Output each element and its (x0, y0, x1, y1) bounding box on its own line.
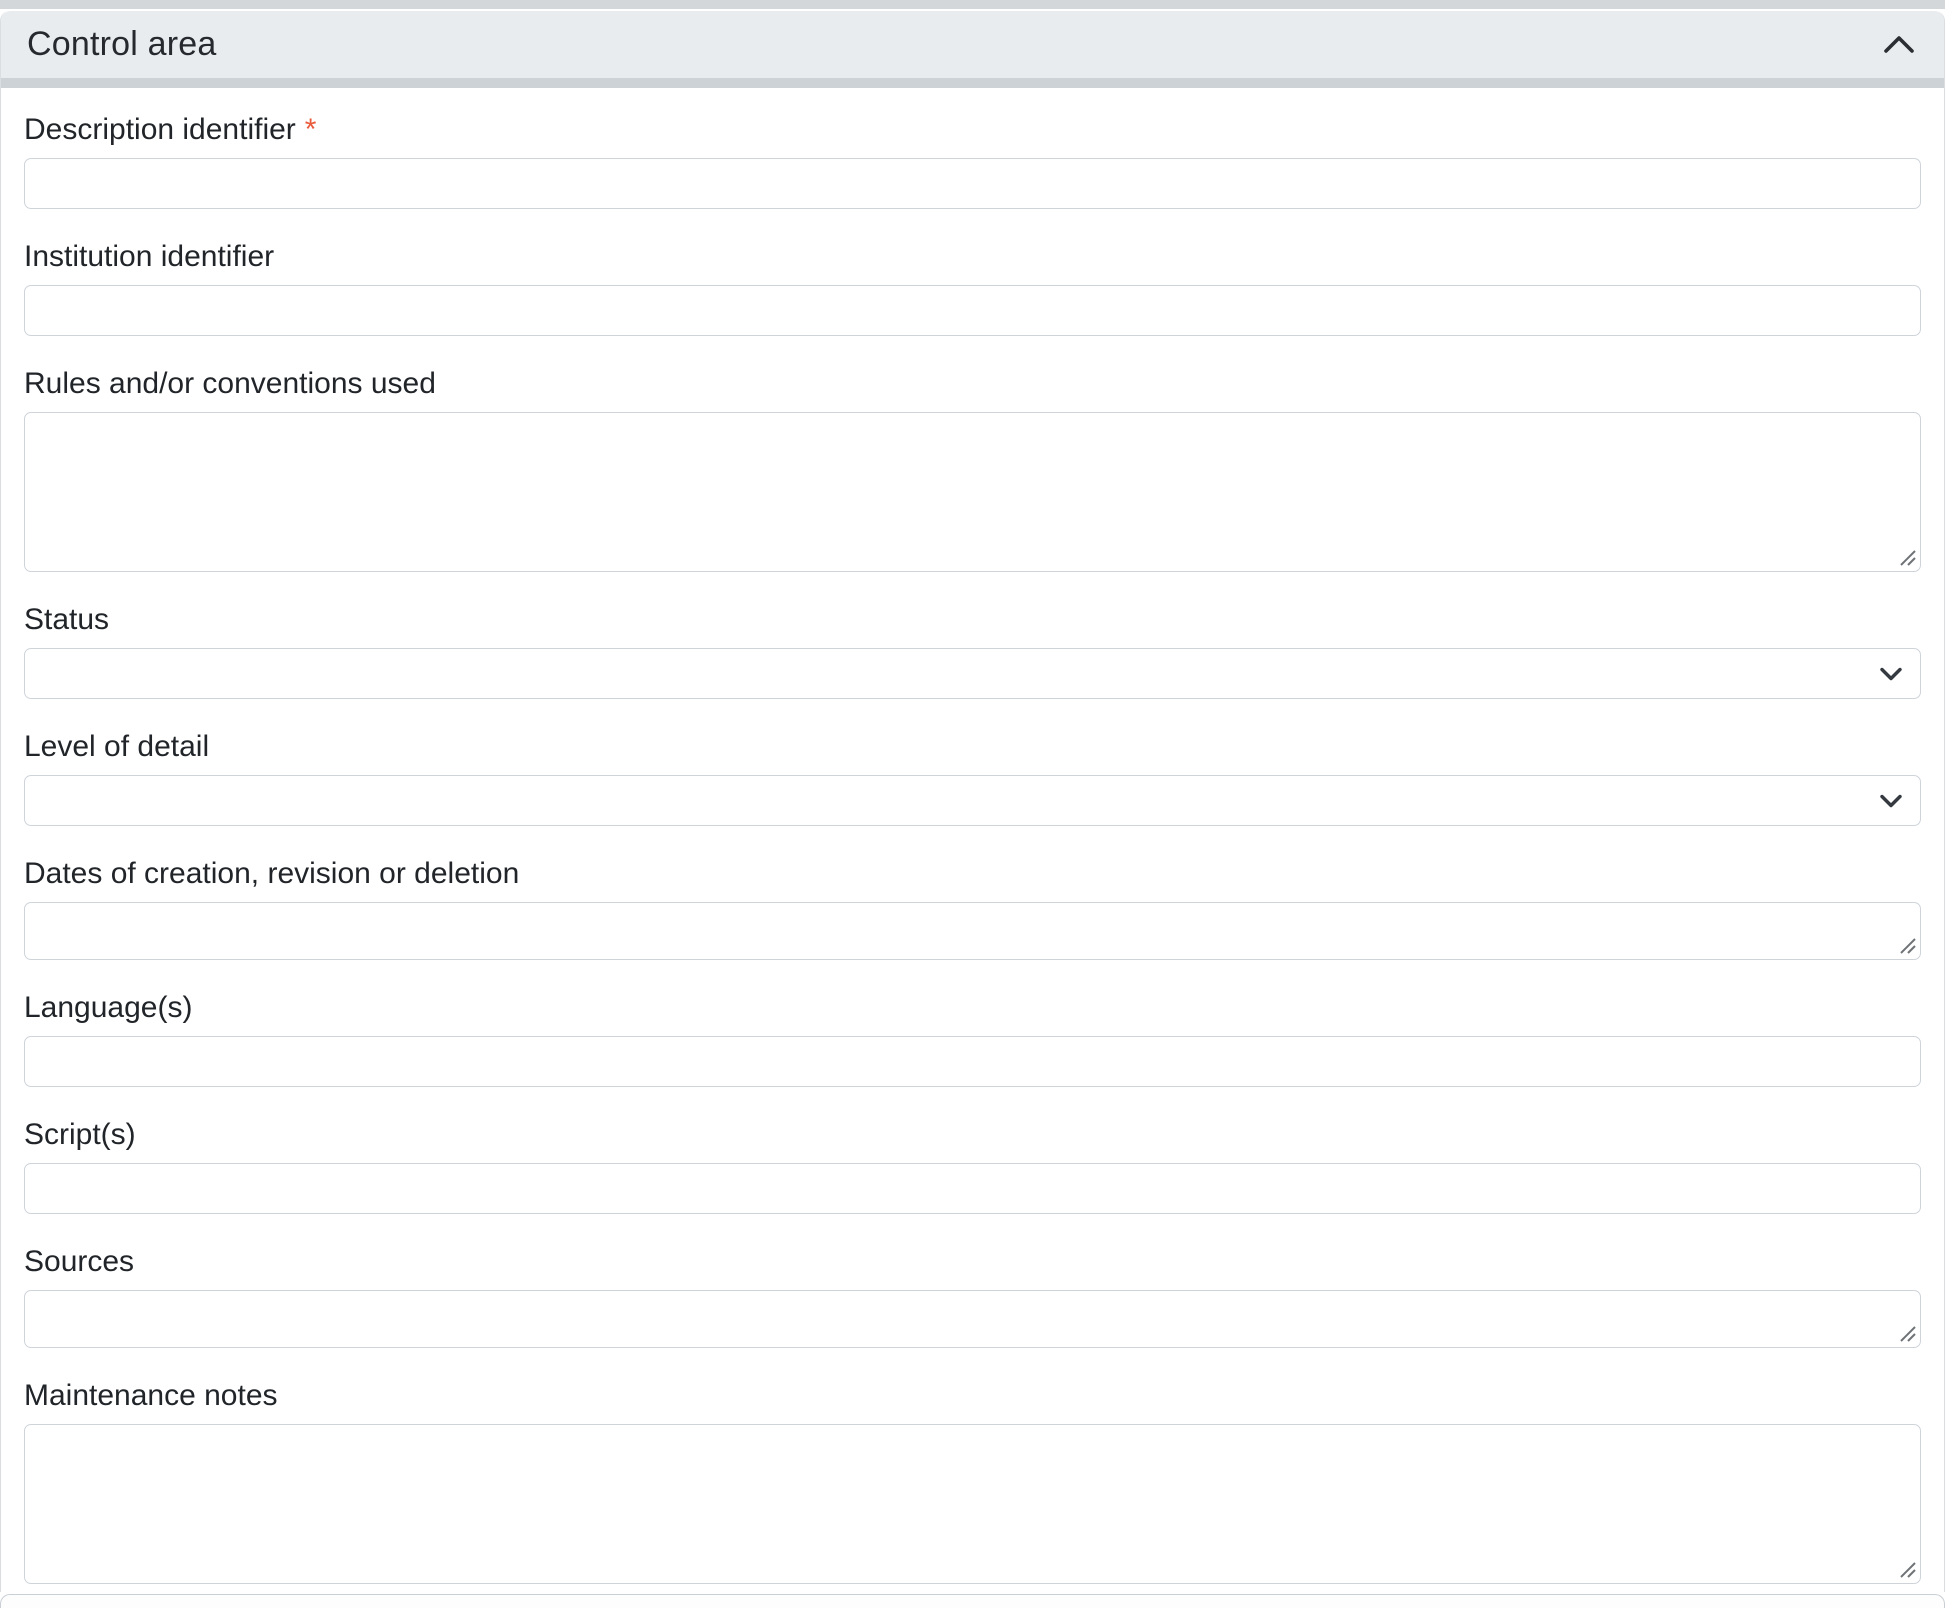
institution-identifier-input[interactable] (24, 285, 1921, 336)
field-institution-identifier: Institution identifier (24, 239, 1921, 336)
languages-input[interactable] (24, 1036, 1921, 1087)
label-text: Institution identifier (24, 240, 274, 273)
description-identifier-input[interactable] (24, 158, 1921, 209)
required-indicator: * (305, 113, 317, 146)
status-label: Status (24, 602, 1921, 637)
field-languages: Language(s) (24, 990, 1921, 1087)
level-of-detail-select-wrap (24, 775, 1921, 826)
dates-creation-textarea-wrap (24, 902, 1921, 960)
label-text: Sources (24, 1245, 134, 1278)
level-of-detail-label: Level of detail (24, 729, 1921, 764)
next-section-header-edge[interactable] (0, 1594, 1945, 1608)
scripts-input[interactable] (24, 1163, 1921, 1214)
rules-conventions-textarea-wrap (24, 412, 1921, 572)
field-description-identifier: Description identifier * (24, 112, 1921, 209)
field-rules-conventions: Rules and/or conventions used (24, 366, 1921, 572)
rules-conventions-label: Rules and/or conventions used (24, 366, 1921, 401)
section-title: Control area (27, 25, 217, 64)
field-scripts: Script(s) (24, 1117, 1921, 1214)
rules-conventions-textarea[interactable] (24, 412, 1921, 572)
scripts-label: Script(s) (24, 1117, 1921, 1152)
sources-textarea[interactable] (24, 1290, 1921, 1348)
label-text: Dates of creation, revision or deletion (24, 857, 519, 890)
field-maintenance-notes: Maintenance notes (24, 1378, 1921, 1584)
languages-label: Language(s) (24, 990, 1921, 1025)
maintenance-notes-label: Maintenance notes (24, 1378, 1921, 1413)
level-of-detail-select[interactable] (24, 775, 1921, 826)
label-text: Maintenance notes (24, 1379, 278, 1412)
field-dates-creation-revision: Dates of creation, revision or deletion (24, 856, 1921, 960)
sources-textarea-wrap (24, 1290, 1921, 1348)
institution-identifier-label: Institution identifier (24, 239, 1921, 274)
label-text: Level of detail (24, 730, 209, 763)
label-text: Language(s) (24, 991, 192, 1024)
maintenance-notes-textarea[interactable] (24, 1424, 1921, 1584)
label-text: Description identifier (24, 113, 296, 146)
status-select[interactable] (24, 648, 1921, 699)
maintenance-notes-textarea-wrap (24, 1424, 1921, 1584)
field-level-of-detail: Level of detail (24, 729, 1921, 826)
field-sources: Sources (24, 1244, 1921, 1348)
label-text: Rules and/or conventions used (24, 367, 436, 400)
control-area-body: Description identifier * Institution iden… (1, 88, 1944, 1592)
dates-creation-revision-label: Dates of creation, revision or deletion (24, 856, 1921, 891)
label-text: Script(s) (24, 1118, 136, 1151)
sources-label: Sources (24, 1244, 1921, 1279)
dates-creation-textarea[interactable] (24, 902, 1921, 960)
description-identifier-label: Description identifier * (24, 112, 1921, 147)
label-text: Status (24, 603, 109, 636)
field-status: Status (24, 602, 1921, 699)
status-select-wrap (24, 648, 1921, 699)
control-area-header[interactable]: Control area (1, 11, 1944, 88)
control-area-section: Control area Description identifier * Ins… (0, 11, 1945, 1592)
previous-section-divider (0, 0, 1945, 9)
chevron-up-icon (1883, 35, 1915, 54)
